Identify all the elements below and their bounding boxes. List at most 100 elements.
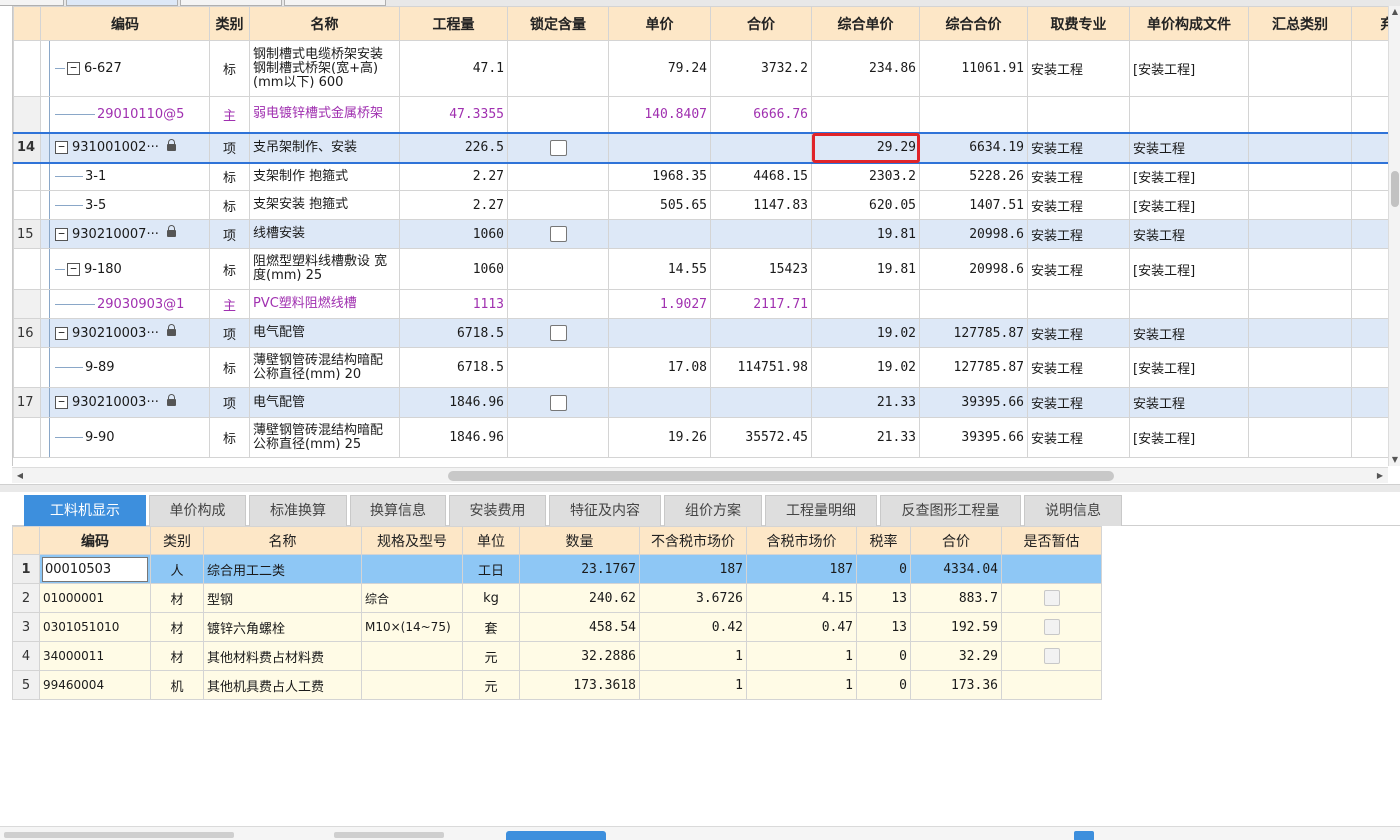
total-cell[interactable]: 192.59 — [910, 612, 1002, 642]
quota-row[interactable]: 9-89 标薄壁钢管砖混结构暗配 公称直径(mm) 20 6718.5 17.08 11… — [13, 347, 1388, 388]
unit-total-cell[interactable]: 20998.6 — [919, 248, 1028, 290]
price-cell[interactable]: 140.8407 — [608, 96, 711, 133]
quota-row[interactable]: 3-5 标支架安装 抱箍式 2.27 505.65 1147.83 620.05 1407.… — [13, 190, 1388, 220]
total-cell[interactable]: 4468.15 — [710, 162, 812, 191]
summary-category-cell[interactable] — [1248, 248, 1352, 290]
column-header-total[interactable]: 合价 — [910, 526, 1002, 555]
discard-cell[interactable] — [1351, 96, 1388, 133]
summary-category-cell[interactable] — [1248, 387, 1352, 418]
price-cell[interactable]: 79.24 — [608, 40, 711, 97]
name-cell[interactable]: 线槽安装 — [249, 219, 400, 249]
total-cell[interactable]: 3732.2 — [710, 40, 812, 97]
row-number[interactable]: 15 — [13, 219, 41, 249]
discard-cell[interactable] — [1351, 387, 1388, 418]
row-number[interactable]: 5 — [12, 670, 40, 700]
bill-item-row[interactable]: 15−930210007··· 项线槽安装 1060 19.81 20998.6 安装工程… — [13, 219, 1388, 249]
spec-cell[interactable]: M10×(14~75) — [361, 612, 463, 642]
resource-row[interactable]: 5 99460004 机其他机具费占人工费元 173.3618 1 1 0 173.36 — [12, 670, 1102, 700]
spec-cell[interactable]: 综合 — [361, 583, 463, 613]
quantity-cell[interactable]: 226.5 — [399, 131, 508, 164]
code-cell[interactable]: 9-89 — [40, 347, 210, 388]
unit-total-cell[interactable]: 1407.51 — [919, 190, 1028, 220]
scroll-up-arrow-icon[interactable]: ▲ — [1390, 6, 1400, 18]
code-cell[interactable]: −9-180 — [40, 248, 210, 290]
discipline-cell[interactable]: 安装工程 — [1027, 318, 1130, 348]
total-cell[interactable] — [710, 131, 812, 164]
discipline-cell[interactable]: 安装工程 — [1027, 162, 1130, 191]
price-cell[interactable]: 14.55 — [608, 248, 711, 290]
unit-total-cell[interactable] — [919, 96, 1028, 133]
name-cell[interactable]: 电气配管 — [249, 318, 400, 348]
total-cell[interactable]: 1147.83 — [710, 190, 812, 220]
price-incl-tax-cell[interactable]: 0.47 — [746, 612, 857, 642]
price-incl-tax-cell[interactable]: 187 — [746, 554, 857, 584]
lock-content-cell[interactable] — [507, 248, 609, 290]
tab-description-info[interactable]: 说明信息 — [1024, 495, 1122, 526]
total-cell[interactable]: 2117.71 — [710, 289, 812, 319]
discard-cell[interactable] — [1351, 219, 1388, 249]
name-cell[interactable]: 其他机具费占人工费 — [203, 670, 362, 700]
column-header-unit[interactable]: 单位 — [462, 526, 520, 555]
unit-price-cell[interactable] — [811, 96, 920, 133]
unit-cell[interactable]: 套 — [462, 612, 520, 642]
row-number[interactable] — [13, 417, 41, 458]
code-cell[interactable]: 01000001 — [39, 583, 151, 613]
discipline-cell[interactable] — [1027, 289, 1130, 319]
discipline-cell[interactable]: 安装工程 — [1027, 219, 1130, 249]
total-cell[interactable] — [710, 387, 812, 418]
row-number[interactable]: 1 — [12, 554, 40, 584]
column-header-unit-price[interactable]: 综合单价 — [811, 6, 920, 41]
column-header-type[interactable]: 类别 — [209, 6, 250, 41]
collapse-icon[interactable]: − — [55, 227, 68, 241]
name-cell[interactable]: 镀锌六角螺栓 — [203, 612, 362, 642]
tax-rate-cell[interactable]: 13 — [856, 583, 911, 613]
price-excl-tax-cell[interactable]: 0.42 — [639, 612, 747, 642]
type-cell[interactable]: 标 — [209, 162, 250, 191]
quantity-cell[interactable]: 1060 — [399, 248, 508, 290]
unit-cell[interactable]: kg — [462, 583, 520, 613]
name-cell[interactable]: 薄壁钢管砖混结构暗配 公称直径(mm) 25 — [249, 417, 400, 458]
tab-quantity-details[interactable]: 工程量明细 — [765, 495, 877, 526]
row-number[interactable]: 17 — [13, 387, 41, 418]
scroll-right-arrow-icon[interactable]: ▶ — [1374, 469, 1386, 483]
quantity-cell[interactable]: 6718.5 — [399, 347, 508, 388]
quantity-cell[interactable]: 1846.96 — [399, 417, 508, 458]
quantity-cell[interactable]: 1846.96 — [399, 387, 508, 418]
summary-category-cell[interactable] — [1248, 289, 1352, 319]
discard-cell[interactable] — [1351, 40, 1388, 97]
provisional-checkbox[interactable] — [1043, 619, 1060, 635]
price-file-cell[interactable] — [1129, 289, 1249, 319]
name-cell[interactable]: 支吊架制作、安装 — [249, 131, 400, 164]
quantity-cell[interactable]: 458.54 — [519, 612, 640, 642]
price-file-cell[interactable]: [安装工程] — [1129, 417, 1249, 458]
column-header-price-incl-tax[interactable]: 含税市场价 — [746, 526, 857, 555]
row-number[interactable]: 14 — [13, 131, 41, 164]
unit-total-cell[interactable]: 20998.6 — [919, 219, 1028, 249]
bill-item-row[interactable]: 14−931001002··· 项支吊架制作、安装 226.5 29.29 6634.1… — [13, 131, 1388, 164]
provisional-cell[interactable] — [1001, 612, 1102, 642]
price-cell[interactable]: 1968.35 — [608, 162, 711, 191]
lock-content-cell[interactable] — [507, 131, 609, 164]
spec-cell[interactable] — [361, 554, 463, 584]
type-cell[interactable]: 材 — [150, 612, 204, 642]
quantity-cell[interactable]: 1113 — [399, 289, 508, 319]
code-cell[interactable]: −930210007··· — [40, 219, 210, 249]
column-header-total[interactable]: 合价 — [710, 6, 812, 41]
tab-pricing-scheme[interactable]: 组价方案 — [664, 495, 762, 526]
summary-category-cell[interactable] — [1248, 190, 1352, 220]
summary-category-cell[interactable] — [1248, 40, 1352, 97]
code-cell[interactable]: 99460004 — [39, 670, 151, 700]
quantity-cell[interactable]: 2.27 — [399, 190, 508, 220]
name-cell[interactable]: 综合用工二类 — [203, 554, 362, 584]
type-cell[interactable]: 项 — [209, 387, 250, 418]
row-number[interactable] — [13, 40, 41, 97]
unit-total-cell[interactable]: 6634.19 — [919, 131, 1028, 164]
provisional-checkbox[interactable] — [1043, 648, 1060, 664]
collapse-icon[interactable]: − — [67, 262, 80, 276]
name-cell[interactable]: 支架制作 抱箍式 — [249, 162, 400, 191]
code-cell[interactable]: 9-90 — [40, 417, 210, 458]
quota-row[interactable]: 9-90 标薄壁钢管砖混结构暗配 公称直径(mm) 25 1846.96 19.26 3… — [13, 417, 1388, 458]
unit-price-cell[interactable]: 19.81 — [811, 219, 920, 249]
type-cell[interactable]: 项 — [209, 219, 250, 249]
price-cell[interactable] — [608, 131, 711, 164]
